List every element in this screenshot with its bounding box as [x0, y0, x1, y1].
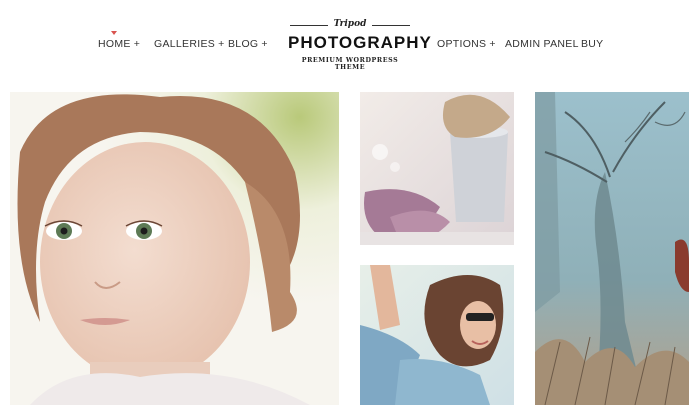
nav-buy[interactable]: BUY — [581, 38, 604, 50]
nav-galleries-plus: + — [218, 38, 225, 50]
forest-tree-photo[interactable] — [535, 92, 689, 405]
nav-buy-label: BUY — [581, 38, 604, 50]
nav-options[interactable]: OPTIONS + — [437, 38, 496, 50]
nav-admin-panel-label: ADMIN PANEL — [505, 38, 579, 50]
logo-subtitle: PREMIUM WORDPRESS THEME — [301, 57, 399, 71]
child-portrait-photo[interactable] — [10, 92, 339, 405]
woman-sunglasses-photo[interactable] — [360, 265, 514, 405]
nav-home-label: HOME — [98, 38, 131, 50]
nav-options-label: OPTIONS — [437, 38, 487, 50]
autumn-leaves-cup-photo[interactable] — [360, 92, 514, 245]
logo-script: Tripod — [333, 19, 367, 29]
nav-blog[interactable]: BLOG + — [228, 38, 268, 50]
nav-blog-label: BLOG — [228, 38, 259, 50]
logo-title: PHOTOGRAPHY — [288, 33, 432, 52]
nav-galleries[interactable]: GALLERIES + — [154, 38, 225, 50]
logo-rule-right — [372, 25, 410, 26]
nav-galleries-label: GALLERIES — [154, 38, 216, 50]
nav-admin-panel[interactable]: ADMIN PANEL — [505, 38, 579, 50]
active-indicator-icon — [111, 31, 117, 35]
site-logo[interactable]: Tripod PHOTOGRAPHY PREMIUM WORDPRESS THE… — [288, 19, 432, 71]
nav-home-plus: + — [133, 38, 141, 50]
nav-home[interactable]: HOME + — [98, 31, 141, 50]
site-header: HOME + GALLERIES + BLOG + Tripod PHOTOGRAPH… — [0, 0, 700, 92]
nav-options-plus: + — [489, 38, 496, 50]
nav-blog-plus: + — [261, 38, 268, 50]
